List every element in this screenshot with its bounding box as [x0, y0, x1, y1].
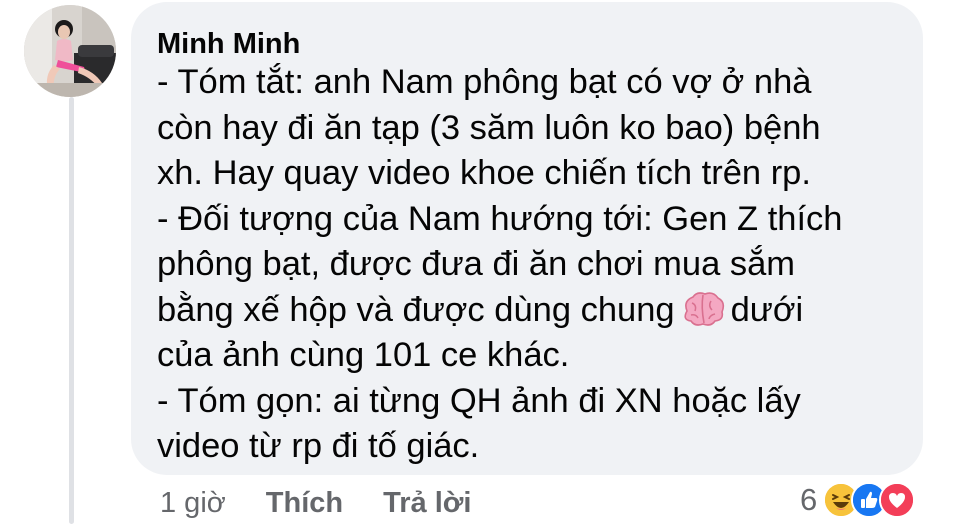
comment-actions: 1 giờ Thích Trả lời	[160, 487, 511, 520]
reaction-count: 6	[800, 482, 818, 517]
comment-line-part: bằng xế hộp và được dùng chung	[157, 290, 675, 329]
reaction-icons	[823, 482, 916, 518]
comment-author[interactable]: Minh Minh	[157, 28, 300, 61]
comment-bubble: Minh Minh - Tóm tắt: anh Nam phông bạt c…	[131, 2, 923, 475]
reaction-summary[interactable]: 6	[800, 482, 916, 518]
comment-line: video từ rp đi tố giác.	[157, 427, 480, 465]
comment-line: - Tóm gọn: ai từng QH ảnh đi XN hoặc lấy	[157, 381, 801, 420]
like-button[interactable]: Thích	[266, 487, 343, 520]
comment-line: còn hay đi ăn tạp (3 săm luôn ko bao) bệ…	[157, 108, 821, 147]
comment-line: - Đối tượng của Nam hướng tới: Gen Z thí…	[157, 199, 843, 238]
comment-line: phông bạt, được đưa đi ăn chơi mua sắm	[157, 245, 796, 283]
comment-timestamp[interactable]: 1 giờ	[160, 487, 226, 520]
comment-line: của ảnh cùng 101 ce khác.	[157, 336, 570, 374]
avatar-photo	[24, 5, 116, 97]
comment-body: - Tóm tắt: anh Nam phông bạt có vợ ở nhà…	[157, 60, 917, 470]
brain-icon	[679, 289, 727, 329]
comment-line-with-emoji: bằng xế hộp và được dùng chung dưới	[157, 288, 917, 334]
love-icon	[879, 482, 916, 518]
thread-line	[69, 97, 74, 524]
avatar[interactable]	[24, 5, 116, 97]
comment-line-part: dưới	[730, 290, 804, 329]
reply-button[interactable]: Trả lời	[383, 487, 471, 520]
comment-line: - Tóm tắt: anh Nam phông bạt có vợ ở nhà	[157, 63, 812, 101]
comment-line: xh. Hay quay video khoe chiến tích trên …	[157, 154, 811, 192]
